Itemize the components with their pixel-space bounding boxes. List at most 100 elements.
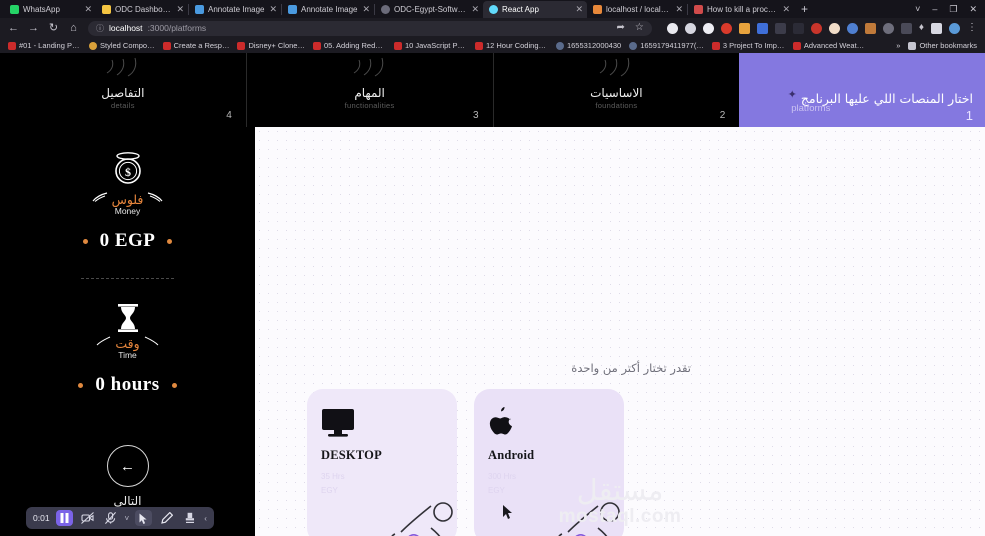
browser-tab[interactable]: WhatsApp ✕: [4, 1, 96, 18]
tab-close-icon[interactable]: ✕: [471, 5, 479, 14]
bookmark-star-icon[interactable]: ☆: [635, 23, 644, 33]
bookmark-item[interactable]: 1655312000430: [555, 41, 621, 50]
step-functionalities[interactable]: المهام functionalities 3: [245, 53, 493, 127]
bookmark-item[interactable]: 05. Adding Redux…: [312, 41, 386, 50]
browser-tab[interactable]: Annotate Image ✕: [282, 1, 374, 18]
extension-icon-12[interactable]: [864, 22, 876, 34]
bookmark-item[interactable]: Create a Resp…: [162, 41, 230, 50]
minimize-icon[interactable]: –: [932, 1, 937, 18]
extension-icon-9[interactable]: [810, 22, 822, 34]
back-button-group[interactable]: ← التالي: [0, 445, 255, 508]
cursor-icon[interactable]: [135, 510, 153, 526]
back-arrow-icon[interactable]: ←: [106, 445, 149, 487]
bookmark-item[interactable]: #01 - Landing Pa…: [8, 41, 81, 50]
extension-icon-6[interactable]: [756, 22, 768, 34]
browser-tab[interactable]: Annotate Image ✕: [189, 1, 281, 18]
moon-doodle-icon: [106, 57, 137, 77]
extension-icon-2[interactable]: [684, 22, 696, 34]
step-name-ar: المهام: [354, 86, 385, 100]
step-header: التفاصيل details 4 المهام functionalitie…: [0, 53, 985, 127]
extension-icon-7[interactable]: [774, 22, 786, 34]
step-details[interactable]: التفاصيل details 4: [0, 53, 246, 127]
mic-off-icon[interactable]: [102, 510, 119, 526]
bookmark-favicon: [555, 41, 564, 50]
watermark: مستقل mostaql.com: [559, 476, 682, 528]
tab-close-icon[interactable]: ✕: [176, 5, 184, 14]
extension-icon-8[interactable]: [792, 22, 804, 34]
extension-icon-10[interactable]: [828, 22, 840, 34]
tab-close-icon[interactable]: ✕: [675, 5, 683, 14]
tab-close-icon[interactable]: ✕: [782, 5, 790, 14]
eraser-icon[interactable]: [181, 510, 198, 526]
reload-icon[interactable]: ↻: [48, 22, 59, 34]
pen-icon[interactable]: [158, 510, 175, 526]
bookmark-item[interactable]: 12 Hour Coding S…: [474, 41, 548, 50]
close-window-icon[interactable]: ✕: [969, 1, 977, 18]
tab-strip: WhatsApp ✕ ODC Dashboard ✕ Annotate Imag…: [0, 0, 985, 18]
new-tab-button[interactable]: +: [794, 1, 815, 18]
extension-icon-5[interactable]: [738, 22, 750, 34]
money-stat: $ فلوس Money 0 EGP: [82, 147, 173, 252]
tab-close-icon[interactable]: ✕: [362, 5, 370, 14]
bullet-dot-icon: [82, 238, 88, 244]
tab-close-icon[interactable]: ✕: [84, 5, 92, 14]
site-info-icon[interactable]: ⓘ: [96, 23, 104, 34]
browser-tab-active[interactable]: React App ✕: [483, 1, 587, 18]
profile-avatar[interactable]: [949, 22, 960, 34]
tab-close-icon[interactable]: ✕: [575, 5, 583, 14]
bookmark-item[interactable]: Disney+ Clone…: [237, 41, 305, 50]
stats-sidebar: $ فلوس Money 0 EGP وقت Time 0 hours ← ال…: [0, 127, 255, 536]
home-icon[interactable]: ⌂: [68, 22, 79, 34]
browser-tab[interactable]: ODC Dashboard ✕: [96, 1, 188, 18]
sidebar-toggle-icon[interactable]: [931, 22, 942, 34]
bookmark-favicon: [711, 41, 720, 50]
chevron-down-icon[interactable]: ˅: [125, 514, 130, 523]
bookmark-favicon: [162, 41, 171, 50]
bookmarks-overflow-icon[interactable]: »: [896, 41, 900, 50]
bookmark-item[interactable]: 3 Project To Impr…: [711, 41, 785, 50]
maximize-icon[interactable]: ❐: [949, 1, 957, 18]
bookmark-label: Advanced Weath…: [803, 41, 866, 50]
browser-tab[interactable]: ODC-Egypt-Software-H… ✕: [375, 1, 483, 18]
collapse-toolbar-icon[interactable]: ‹: [204, 514, 207, 523]
extension-icon-3[interactable]: [702, 22, 714, 34]
tab-close-icon[interactable]: ✕: [269, 5, 277, 14]
step-platforms-active[interactable]: ✦ اختار المنصات اللي عليها البرنامج plat…: [739, 53, 985, 127]
extension-icon-13[interactable]: [882, 22, 894, 34]
bookmark-item[interactable]: 1659179411977(…: [629, 41, 704, 50]
extension-icon-11[interactable]: [846, 22, 858, 34]
bookmark-item[interactable]: Advanced Weath…: [792, 41, 866, 50]
bookmark-item[interactable]: Styled Compo…: [89, 41, 155, 50]
wing-right-icon: [147, 191, 163, 206]
extension-icon-4[interactable]: [720, 22, 732, 34]
navigation-bar: ← → ↻ ⌂ ⓘ localhost :3000/platforms ➦ ☆: [0, 18, 985, 38]
step-foundations[interactable]: الاساسيات foundations 2: [492, 53, 740, 127]
back-icon[interactable]: ←: [8, 22, 19, 34]
bookmark-label: 1659179411977(…: [640, 41, 704, 50]
watermark-ar: مستقل: [576, 473, 664, 507]
sidebar-divider: [81, 278, 174, 279]
watermark-en: mostaql.com: [558, 506, 682, 527]
tab-favicon: [381, 5, 390, 14]
forward-icon[interactable]: →: [28, 22, 39, 34]
tab-favicon: [288, 5, 297, 14]
url-host: localhost: [109, 23, 143, 33]
bookmark-label: Create a Resp…: [173, 41, 230, 50]
pause-recording-button[interactable]: [55, 510, 73, 526]
bookmark-item[interactable]: 10 JavaScript Proj…: [393, 41, 467, 50]
puzzle-extensions-icon[interactable]: ♦: [919, 23, 924, 33]
wing-left-icon: [96, 336, 111, 349]
browser-menu-icon[interactable]: ⋮: [967, 23, 977, 33]
other-bookmarks-folder[interactable]: Other bookmarks: [908, 41, 977, 50]
tab-list-chevron-icon[interactable]: ˅: [915, 1, 920, 18]
share-icon[interactable]: ➦: [617, 23, 625, 33]
extension-icon-14[interactable]: [900, 22, 912, 34]
bullet-dot-icon: [171, 382, 177, 388]
camera-off-icon[interactable]: [79, 510, 96, 526]
browser-tab[interactable]: How to kill a process on… ✕: [688, 1, 794, 18]
time-value-row: 0 hours: [78, 374, 177, 396]
extension-icon-1[interactable]: [666, 22, 678, 34]
platform-card-desktop[interactable]: DESKTOP 35 Hrs EGY: [307, 389, 457, 536]
browser-tab[interactable]: localhost / localhost | p… ✕: [587, 1, 687, 18]
address-bar[interactable]: ⓘ localhost :3000/platforms ➦ ☆: [88, 20, 652, 36]
